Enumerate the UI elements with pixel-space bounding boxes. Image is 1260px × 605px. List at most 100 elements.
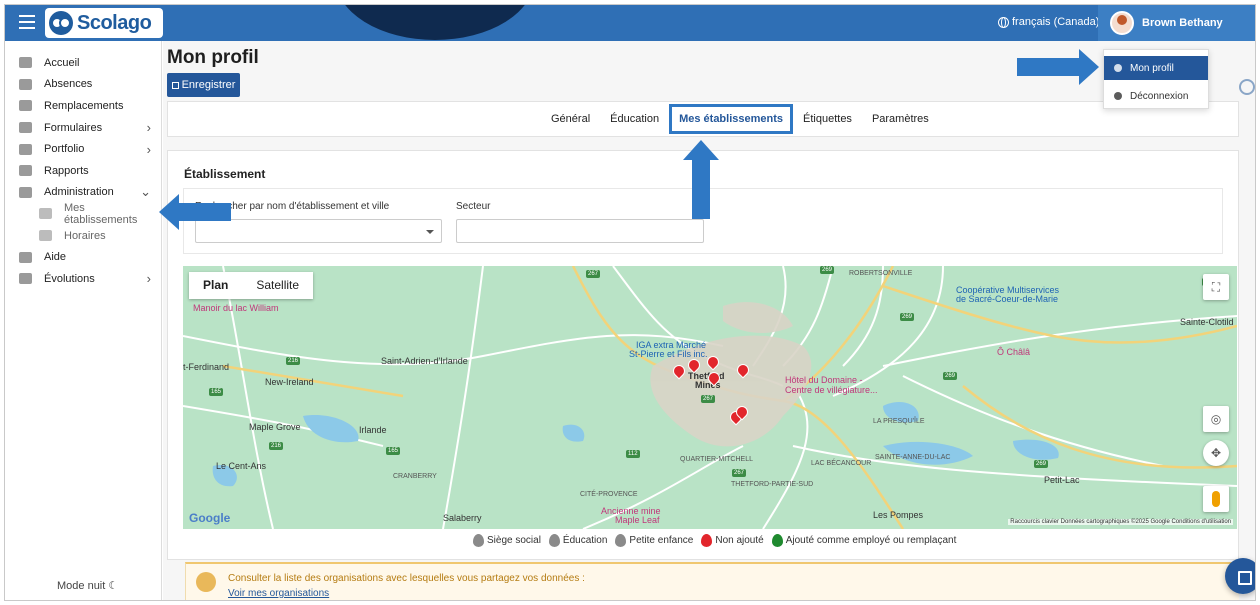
tab-etiquettes[interactable]: Étiquettes (793, 113, 862, 125)
map-type-plan[interactable]: Plan (189, 272, 242, 299)
brand-name: Scolago (77, 11, 152, 34)
user-menu-button[interactable]: Brown Bethany (1098, 5, 1255, 41)
sprout-icon (19, 273, 32, 285)
map-label: New-Ireland (265, 377, 314, 387)
sidebar-item-rapports[interactable]: Rapports (5, 160, 161, 182)
sidebar-item-label: Portfolio (44, 143, 85, 156)
profile-tabs: Général Éducation Mes établissements Éti… (167, 101, 1239, 137)
notice-text: Consulter la liste des organisations ave… (228, 573, 585, 584)
sidebar-item-label: Absences (44, 78, 93, 91)
menu-item-profile[interactable]: Mon profil (1104, 56, 1208, 80)
history-icon[interactable] (1239, 79, 1255, 95)
map-label: t-Ferdinand (183, 362, 230, 372)
legend-pin-icon (615, 534, 627, 547)
sidebar-item-label: Formulaires (44, 121, 103, 134)
fullscreen-icon[interactable]: ⛶ (1203, 274, 1229, 300)
map-label: Hôtel du Domaine - (785, 375, 863, 385)
save-button[interactable]: Enregistrer (167, 73, 240, 97)
legend-pin-icon (548, 534, 560, 547)
legend-pin-icon (771, 534, 783, 547)
tab-general[interactable]: Général (541, 113, 600, 125)
sidebar-item-label: Rapports (44, 164, 89, 177)
swap-icon (19, 100, 32, 112)
sidebar-item-label: Remplacements (44, 99, 124, 112)
chevron-right-icon: › (146, 271, 151, 287)
map-label: Maple Grove (249, 422, 301, 432)
sidebar-item-accueil[interactable]: Accueil (5, 52, 161, 74)
sidebar: Accueil Absences Remplacements Formulaires ›… (5, 41, 162, 600)
my-location-icon[interactable]: ◎ (1203, 406, 1229, 432)
tab-parametres[interactable]: Paramètres (862, 113, 939, 125)
map-label: Petit-Lac (1044, 475, 1080, 485)
map-label: St-Pierre et Fils inc. (629, 349, 708, 359)
map-label: LAC BÉCANCOUR (811, 460, 872, 467)
move-control-icon[interactable]: ✥ (1203, 440, 1229, 466)
logout-icon (1114, 92, 1122, 100)
app-window: Scolago français (Canada) Brown Bethany … (4, 4, 1256, 601)
map-legend: Siège social Éducation Petite enfance No… (473, 534, 956, 547)
hamburger-menu-icon[interactable] (19, 15, 35, 29)
view-organisations-link[interactable]: Voir mes organisations (228, 588, 329, 599)
user-icon (1114, 64, 1122, 72)
legend-pin-icon (701, 534, 713, 547)
sidebar-item-horaires[interactable]: Horaires (5, 225, 161, 247)
trophy-icon (19, 143, 32, 155)
map-label: Maple Leaf (615, 515, 660, 525)
users-icon (19, 78, 32, 90)
sector-input[interactable] (456, 219, 704, 243)
map-type-satellite[interactable]: Satellite (242, 272, 313, 299)
tab-education[interactable]: Éducation (600, 113, 669, 125)
sidebar-item-remplacements[interactable]: Remplacements (5, 95, 161, 117)
menu-item-logout[interactable]: Déconnexion (1104, 84, 1208, 108)
map[interactable]: Plan Satellite Manoir du lac William t-F… (183, 266, 1237, 529)
night-mode-toggle[interactable]: Mode nuit ☾ (57, 579, 118, 592)
sidebar-item-mes-établissements[interactable]: Mes établissements (5, 202, 161, 226)
sidebar-item-évolutions[interactable]: Évolutions › (5, 268, 161, 290)
sidebar-item-label: Accueil (44, 56, 80, 69)
chevron-down-icon: ⌄ (140, 184, 151, 200)
tab-mes-etablissements[interactable]: Mes établissements (669, 104, 794, 134)
legend-item: Siège social (473, 534, 541, 547)
floating-save-button[interactable] (1225, 558, 1255, 594)
annotation-arrow (683, 140, 719, 219)
sidebar-item-label: Administration (44, 186, 114, 199)
avatar (1110, 11, 1134, 35)
sidebar-item-formulaires[interactable]: Formulaires › (5, 117, 161, 139)
map-label: Le Cent-Ans (216, 461, 267, 471)
sidebar-item-aide[interactable]: Aide (5, 246, 161, 268)
building-icon (39, 208, 52, 220)
map-label: Centre de villégiature... (785, 385, 878, 395)
legend-item: Éducation (548, 534, 607, 547)
map-label: ROBERTSONVILLE (849, 270, 913, 277)
sidebar-item-administration[interactable]: Administration ⌄ (5, 182, 161, 204)
annotation-arrow (159, 194, 231, 230)
establishment-search-select[interactable] (195, 219, 442, 243)
top-bar: Scolago français (Canada) Brown Bethany (5, 5, 1255, 41)
language-selector[interactable]: français (Canada) (998, 16, 1099, 28)
scolago-logo[interactable]: Scolago (45, 8, 163, 38)
data-sharing-notice: Consulter la liste des organisations ave… (185, 562, 1239, 600)
map-label: Ô Châlâ (997, 347, 1031, 357)
main-content: Mon profil Enregistrer Général Éducation… (163, 41, 1255, 600)
legend-item: Non ajouté (701, 534, 764, 547)
annotation-arrow (1017, 49, 1099, 85)
question-icon (19, 251, 32, 263)
sidebar-item-absences[interactable]: Absences (5, 74, 161, 96)
google-logo: Google (189, 511, 231, 525)
sidebar-item-portfolio[interactable]: Portfolio › (5, 138, 161, 160)
legend-item: Petite enfance (615, 534, 693, 547)
map-label: Irlande (359, 425, 387, 435)
map-attribution[interactable]: Raccourcis clavier Données cartographiqu… (1008, 519, 1233, 525)
home-icon (19, 57, 32, 69)
pegman-icon[interactable] (1203, 486, 1229, 512)
sector-label: Secteur (456, 201, 491, 212)
owl-icon (49, 11, 73, 35)
sidebar-nav: Accueil Absences Remplacements Formulaires ›… (5, 41, 161, 290)
sidebar-item-label: Horaires (64, 229, 106, 242)
floppy-icon (171, 81, 179, 89)
sidebar-item-label: Aide (44, 251, 67, 264)
map-label: SAINTE-ANNE-DU-LAC (875, 454, 951, 461)
map-label: QUARTIER-MITCHELL (680, 456, 753, 463)
language-label: français (Canada) (1012, 16, 1100, 28)
report-icon (19, 165, 32, 177)
